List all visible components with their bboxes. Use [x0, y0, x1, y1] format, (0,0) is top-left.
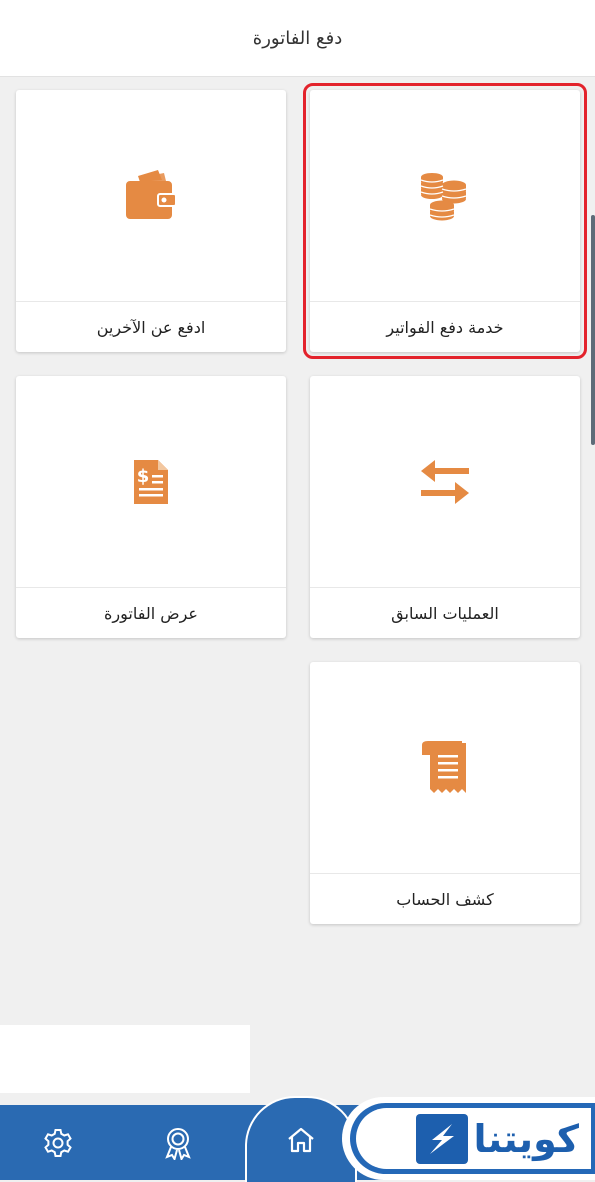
logo: كويتنا — [342, 1097, 595, 1180]
invoice-dollar-icon: $ — [134, 460, 168, 504]
view-invoice-card[interactable]: $ عرض الفاتورة — [16, 376, 286, 638]
coins-icon — [420, 173, 467, 221]
logo-text: كويتنا — [473, 1116, 579, 1161]
bill-payment-service-card[interactable]: خدمة دفع الفواتير — [303, 83, 587, 359]
card-label: ادفع عن الآخرين — [96, 317, 206, 337]
settings-icon — [44, 1128, 72, 1157]
card-label: العمليات السابق — [391, 603, 499, 623]
previous-transactions-card[interactable]: العمليات السابق — [310, 376, 580, 638]
card-icon-area — [16, 90, 286, 302]
transfer-arrows-icon — [421, 460, 469, 504]
awards-button[interactable] — [143, 1105, 213, 1180]
award-icon — [165, 1127, 191, 1160]
card-label-area: عرض الفاتورة — [16, 587, 286, 638]
wallet-icon — [126, 170, 177, 219]
scroll-indicator[interactable] — [591, 215, 595, 445]
white-overlay-patch — [0, 1025, 250, 1093]
card-label: عرض الفاتورة — [104, 603, 198, 623]
receipt-scroll-icon — [422, 741, 466, 793]
pay-for-others-card[interactable]: ادفع عن الآخرين — [16, 90, 286, 352]
home-button[interactable] — [245, 1096, 357, 1182]
logo-badge-icon — [415, 1113, 468, 1164]
top-header: دفع الفاتورة — [0, 0, 595, 77]
card-icon-area — [310, 662, 580, 874]
card-label-area: ادفع عن الآخرين — [16, 301, 286, 352]
card-icon-area: $ — [16, 376, 286, 588]
card-label: خدمة دفع الفواتير — [386, 317, 504, 337]
page-title: دفع الفاتورة — [252, 27, 343, 49]
card-label-area: كشف الحساب — [310, 873, 580, 924]
card-icon-area — [310, 90, 580, 302]
card-label: كشف الحساب — [396, 889, 494, 909]
settings-button[interactable] — [23, 1105, 93, 1180]
svg-text:$: $ — [137, 466, 150, 487]
logo-frame: كويتنا — [350, 1103, 595, 1174]
card-label-area: العمليات السابق — [310, 587, 580, 638]
card-icon-area — [310, 376, 580, 588]
logo-content: كويتنا — [356, 1108, 591, 1169]
home-icon — [288, 1127, 314, 1153]
card-label-area: خدمة دفع الفواتير — [310, 301, 580, 352]
account-statement-card[interactable]: كشف الحساب — [310, 662, 580, 924]
